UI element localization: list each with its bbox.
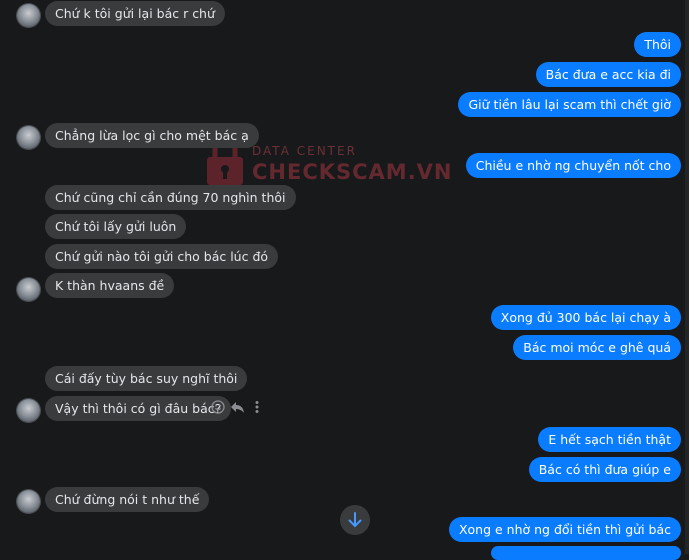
message-incoming[interactable]: Chứ đừng nói t như thế [45,487,210,512]
arrow-down-icon [348,512,362,528]
message-outgoing[interactable]: Thôi [634,32,681,57]
message-outgoing[interactable]: Chiều e nhờ ng chuyển nốt cho [465,153,681,178]
smile-icon[interactable] [211,400,225,418]
message-incoming[interactable]: Vậy thì thôi có gì đâu bác? [45,396,232,421]
message-outgoing-partial[interactable] [491,546,681,560]
watermark-title: CHECKSCAM.VN [252,160,453,184]
message-outgoing[interactable]: Xong đủ 300 bác lại chạy à [490,305,681,330]
contact-avatar[interactable] [17,278,40,301]
message-outgoing[interactable]: Giữ tiền lâu lại scam thì chết giờ [458,92,681,117]
message-outgoing[interactable]: Bác có thì đưa giúp e [528,457,681,482]
contact-avatar[interactable] [17,4,40,27]
more-icon[interactable] [254,400,260,418]
message-outgoing[interactable]: Xong e nhờ ng đổi tiền thì gửi bác [448,517,681,542]
message-incoming[interactable]: Chứ tôi lấy gửi luôn [45,214,187,239]
message-outgoing[interactable]: E hết sạch tiền thật [538,427,681,452]
reply-icon[interactable] [230,400,245,418]
message-incoming[interactable]: Chứ k tôi gửi lại bác r chứ [45,1,225,26]
watermark-subtitle: DATA CENTER [252,144,357,158]
scrollbar-track[interactable] [685,0,689,554]
message-incoming[interactable]: Chứ cũng chỉ cần đúng 70 nghìn thôi [45,185,296,210]
contact-avatar[interactable] [17,490,40,513]
message-incoming[interactable]: Chẳng lừa lọc gì cho mệt bác ạ [45,123,259,148]
message-outgoing[interactable]: Bác moi móc e ghê quá [513,335,681,360]
message-incoming[interactable]: Chứ gửi nào tôi gửi cho bác lúc đó [45,244,279,269]
message-outgoing[interactable]: Bác đưa e acc kia đi [535,62,681,87]
contact-avatar[interactable] [17,126,40,149]
contact-avatar[interactable] [17,399,40,422]
message-incoming[interactable]: Cái đấy tùy bác suy nghĩ thôi [45,366,248,391]
scroll-to-bottom-button[interactable] [340,505,370,535]
message-incoming[interactable]: K thàn hvaans đề [45,273,175,298]
